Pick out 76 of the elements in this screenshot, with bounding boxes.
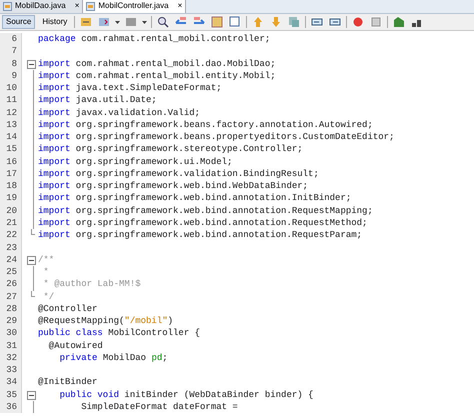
view-button[interactable]: Source	[2, 15, 36, 29]
line-number: 16	[6, 156, 17, 167]
line-number: 21	[6, 218, 17, 228]
java-file-icon	[86, 2, 96, 10]
code-line: * @author Lab-MM!$	[42, 278, 141, 291]
code-line: */	[42, 290, 54, 303]
line-number: 19	[6, 193, 17, 204]
line-number: 8	[12, 58, 17, 69]
line-number: 32	[6, 352, 17, 363]
code-line: @InitBinder	[38, 376, 98, 389]
code-line: SimpleDateFormat dateFormat =	[80, 400, 238, 414]
line-number: 13	[6, 120, 17, 130]
code-line: private MobilDao pd;	[58, 352, 168, 364]
line-number: 35	[6, 390, 17, 400]
code-line: import java.text.SimpleDateFormat;	[38, 82, 222, 94]
line-number: 28	[6, 304, 17, 314]
record-icon[interactable]	[351, 15, 366, 29]
dropdown-icon[interactable]	[115, 20, 120, 24]
line-number: 17	[6, 168, 17, 179]
code-line: @Autowired	[48, 340, 103, 352]
code-line: import org.springframework.ui.Model;	[38, 156, 232, 168]
search-icon[interactable]	[156, 15, 170, 29]
code-line: import javax.validation.Valid;	[38, 106, 200, 119]
fold-toggle-icon[interactable]	[26, 60, 36, 69]
line-number: 36	[6, 402, 17, 412]
code-line: import org.springframework.web.bind.annotation.RequestParam;	[38, 229, 362, 242]
view-button[interactable]: History	[39, 15, 70, 29]
line-number: 18	[6, 181, 17, 192]
line-number: 34	[6, 377, 17, 388]
file-tab[interactable]: MobilController.java ×	[83, 0, 186, 13]
tab-label: MobilController.java	[98, 0, 169, 12]
code-line: @Controller	[38, 302, 98, 316]
dropdown-icon[interactable]	[142, 20, 148, 24]
line-number: 31	[6, 340, 17, 351]
line-number: 24	[6, 254, 17, 265]
file-tab[interactable]: MobilDao.java ×	[0, 0, 84, 13]
line-number: 10	[6, 83, 17, 94]
line-number: 12	[6, 108, 17, 118]
line-number: 26	[6, 279, 17, 290]
code-line: import com.rahmat.rental_mobil.entity.Mobil;	[38, 70, 276, 82]
line-number: 30	[6, 328, 17, 338]
code-line: import org.springframework.validation.BindingResult;	[38, 168, 319, 180]
line-number: 23	[6, 242, 17, 253]
fold-toggle-icon[interactable]	[26, 256, 36, 265]
line-number: 27	[6, 292, 17, 302]
line-number: 22	[6, 230, 17, 240]
code-line: @RequestMapping("/mobil")	[38, 315, 174, 328]
line-number: 9	[12, 70, 17, 81]
line-number: 11	[6, 95, 17, 106]
java-file-icon	[3, 2, 12, 10]
fold-toggle-icon[interactable]	[26, 390, 36, 400]
code-line: import com.rahmat.rental_mobil.dao.MobilDao;	[38, 58, 276, 70]
code-line: import org.springframework.beans.propertyeditors.CustomDateEditor;	[38, 131, 394, 144]
close-button[interactable]: ×	[178, 0, 182, 12]
tab-label: MobilDao.java	[15, 0, 66, 12]
code-line: import org.springframework.stereotype.Controller;	[38, 143, 303, 156]
code-line: import org.springframework.web.bind.annotation.RequestMethod;	[38, 216, 368, 230]
code-line: public void initBinder (WebDataBinder binder) {	[58, 388, 314, 401]
line-number: 6	[12, 34, 17, 44]
code-line: *	[42, 266, 49, 278]
line-number: 25	[6, 267, 17, 278]
close-button[interactable]: ×	[74, 0, 80, 12]
code-line: import org.springframework.web.bind.annotation.RequestMapping;	[38, 204, 373, 217]
code-line: /**	[38, 254, 54, 266]
code-line: import org.springframework.web.bind.WebDataBinder;	[38, 180, 308, 192]
code-line: import org.springframework.web.bind.annotation.InitBinder;	[38, 192, 352, 205]
line-number: 14	[6, 132, 17, 142]
code-line: import org.springframework.beans.factory.annotation.Autowired;	[38, 118, 373, 132]
line-number: 33	[6, 365, 17, 376]
line-number: 29	[6, 316, 17, 326]
line-number: 20	[6, 206, 17, 216]
code-line: public class MobilController {	[38, 327, 200, 340]
code-line: package com.rahmat.rental_mobil.controller;	[38, 33, 270, 46]
line-number: 15	[6, 144, 17, 154]
code-line: import java.util.Date;	[38, 94, 157, 107]
line-number: 7	[12, 46, 17, 56]
